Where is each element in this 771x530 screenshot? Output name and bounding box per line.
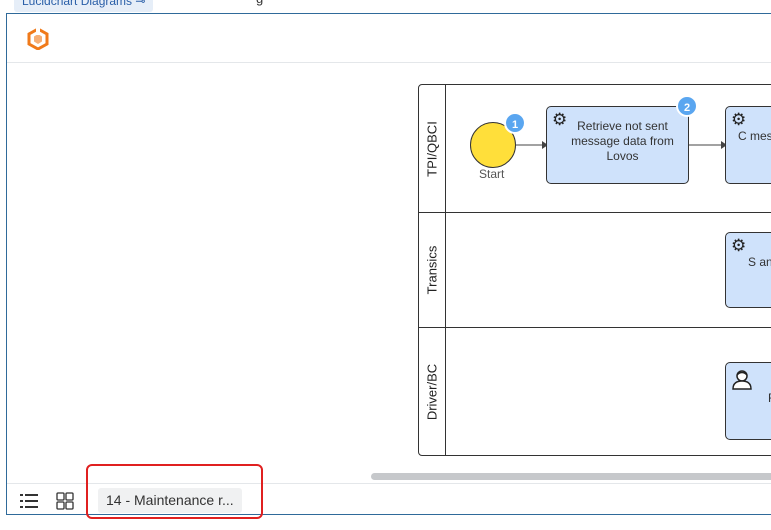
lane-header: Driver/BC bbox=[419, 328, 446, 456]
step-badge: 2 bbox=[676, 95, 698, 117]
lane-label: Driver/BC bbox=[424, 363, 440, 421]
horizontal-scrollbar[interactable] bbox=[371, 473, 771, 480]
task-text: F bbox=[730, 391, 771, 406]
lucid-logo-icon[interactable] bbox=[27, 28, 49, 50]
diagram-canvas[interactable]: TPI/QBCI 1 Start ⚙ Retrieve not sent mes… bbox=[7, 63, 771, 483]
lane-header: TPI/QBCI bbox=[419, 85, 446, 212]
page-tab-maintenance[interactable]: 14 - Maintenance r... bbox=[98, 488, 242, 513]
task-partial-right[interactable]: ⚙ C messa bbox=[725, 106, 771, 184]
lucidchart-diagrams-chip[interactable]: Lucidchart Diagrams ⊸ bbox=[14, 0, 154, 12]
sequence-flow-arrow bbox=[689, 141, 727, 149]
lane-transics: Transics ⚙ S anc bbox=[419, 213, 771, 328]
task-partial-transics[interactable]: ⚙ S anc bbox=[725, 232, 771, 308]
start-event-label: Start bbox=[479, 167, 505, 181]
task-partial-driver[interactable]: F bbox=[725, 362, 771, 440]
bpmn-pool: TPI/QBCI 1 Start ⚙ Retrieve not sent mes… bbox=[418, 84, 771, 456]
lucidchart-embed-frame: TPI/QBCI 1 Start ⚙ Retrieve not sent mes… bbox=[6, 13, 771, 515]
top-bar: Lucidchart Diagrams ⊸ g bbox=[0, 0, 771, 14]
task-text: C messa bbox=[738, 129, 771, 143]
task-text: Retrieve not sent message data from Lovo… bbox=[571, 119, 674, 163]
grid-icon[interactable] bbox=[55, 491, 75, 511]
lane-label: Transics bbox=[424, 245, 440, 295]
list-icon[interactable] bbox=[19, 491, 39, 511]
top-text-fragment: g bbox=[256, 0, 263, 6]
embed-footer: 14 - Maintenance r... bbox=[7, 483, 771, 514]
task-retrieve-message-data[interactable]: ⚙ Retrieve not sent message data from Lo… bbox=[546, 106, 689, 184]
gear-icon: ⚙ bbox=[731, 110, 747, 129]
embed-header bbox=[7, 14, 771, 63]
lane-driver-bc: Driver/BC F bbox=[419, 328, 771, 456]
lane-tpi-qbci: TPI/QBCI 1 Start ⚙ Retrieve not sent mes… bbox=[419, 85, 771, 213]
lane-label: TPI/QBCI bbox=[424, 120, 440, 177]
lane-header: Transics bbox=[419, 213, 446, 327]
user-icon bbox=[732, 370, 752, 390]
task-text: S anc bbox=[748, 255, 771, 269]
step-badge: 1 bbox=[504, 112, 526, 134]
sequence-flow-arrow bbox=[516, 141, 548, 149]
gear-icon: ⚙ bbox=[731, 236, 747, 255]
